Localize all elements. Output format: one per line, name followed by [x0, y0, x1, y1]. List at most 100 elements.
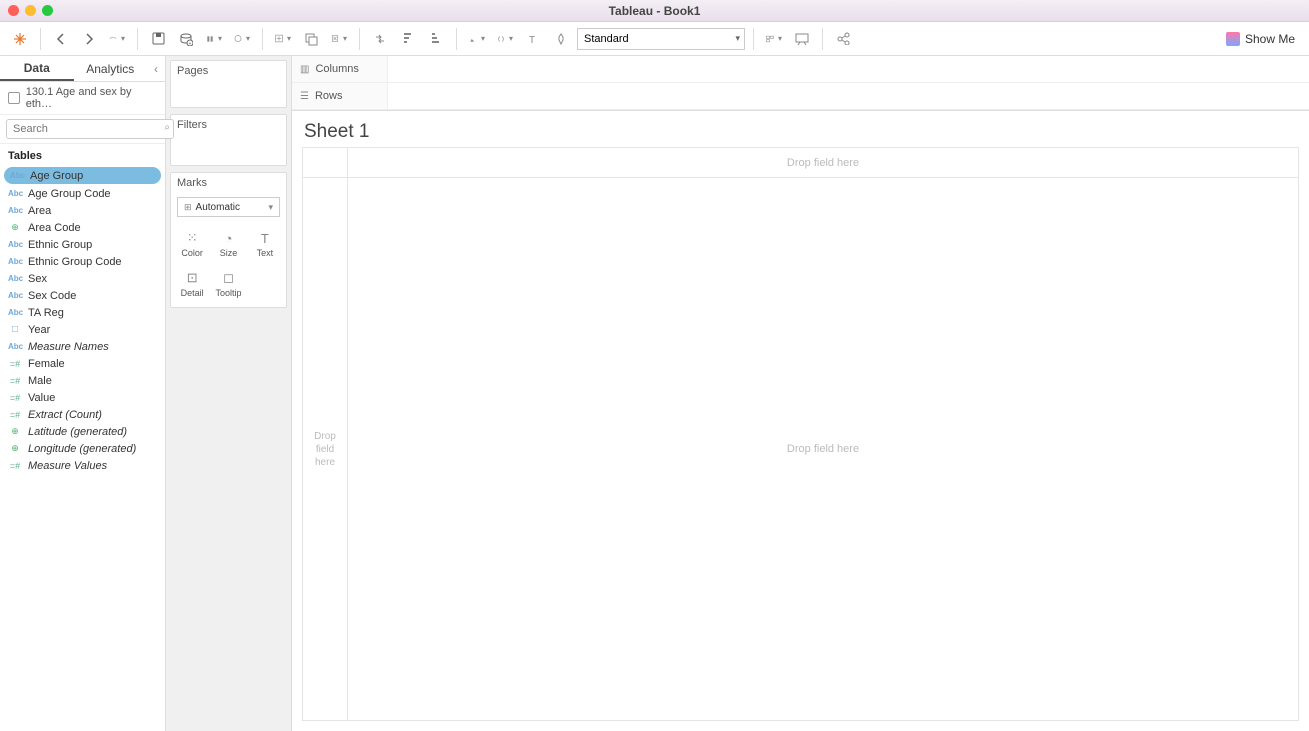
field-year[interactable]: □Year: [0, 321, 165, 338]
columns-icon: ▥: [300, 64, 309, 75]
field-sex-code[interactable]: Abc Sex Code: [0, 287, 165, 304]
drop-columns-area[interactable]: Drop field here: [348, 148, 1298, 177]
abc-icon: Abc: [8, 206, 22, 215]
datasource-icon: [8, 92, 20, 104]
tooltip-icon: ◻: [223, 270, 234, 286]
presentation-mode-button[interactable]: [790, 27, 814, 51]
mark-type-select[interactable]: ⊞ Automatic: [177, 197, 280, 217]
abc-icon: Abc: [8, 274, 22, 283]
highlight-button[interactable]: [465, 27, 489, 51]
clear-sheet-button[interactable]: [327, 27, 351, 51]
sheet-title[interactable]: Sheet 1: [292, 111, 1309, 147]
field-value[interactable]: =# Value: [0, 389, 165, 406]
num-icon: =#: [8, 359, 22, 369]
rows-icon: ☰: [300, 91, 309, 102]
field-ta-reg[interactable]: Abc TA Reg: [0, 304, 165, 321]
filters-shelf[interactable]: Filters: [170, 114, 287, 166]
show-me-button[interactable]: Show Me: [1220, 30, 1301, 48]
pages-shelf[interactable]: Pages: [170, 60, 287, 108]
search-icon: ⌕: [164, 122, 170, 133]
columns-label: Columns: [315, 63, 358, 75]
field-ethnic-group[interactable]: AbcEthnic Group: [0, 236, 165, 253]
fit-select[interactable]: [577, 28, 745, 50]
field-label: TA Reg: [28, 307, 64, 319]
search-input[interactable]: [6, 119, 174, 139]
pin-button[interactable]: [549, 27, 573, 51]
cal-icon: □: [8, 324, 22, 335]
rows-label: Rows: [315, 90, 343, 102]
drop-main-area[interactable]: Drop field here: [348, 178, 1298, 720]
back-button[interactable]: [49, 27, 73, 51]
automatic-icon: ⊞: [184, 202, 192, 213]
abc-icon: Abc: [8, 189, 22, 198]
tab-analytics[interactable]: Analytics: [74, 56, 148, 81]
mark-tooltip-button[interactable]: ◻Tooltip: [211, 265, 245, 303]
sort-desc-button[interactable]: [424, 27, 448, 51]
field-label: Age Group: [30, 170, 83, 182]
field-area[interactable]: AbcArea: [0, 202, 165, 219]
field-sex[interactable]: AbcSex: [0, 270, 165, 287]
mark-size-button[interactable]: ◔Size: [211, 225, 245, 263]
field-label: Value: [28, 392, 55, 404]
field-longitude-generated-[interactable]: ⊕Longitude (generated): [0, 440, 165, 457]
marks-label: Marks: [171, 173, 286, 193]
abc-icon: Abc: [8, 291, 22, 300]
detail-icon: ⊡: [187, 270, 198, 286]
mark-color-button[interactable]: ⁙Color: [175, 225, 209, 263]
field-ethnic-group-code[interactable]: AbcEthnic Group Code: [0, 253, 165, 270]
field-extract-count-[interactable]: =#Extract (Count): [0, 406, 165, 423]
field-label: Measure Names: [28, 341, 109, 353]
duplicate-sheet-button[interactable]: [299, 27, 323, 51]
field-female[interactable]: =# Female: [0, 355, 165, 372]
field-measure-names[interactable]: AbcMeasure Names: [0, 338, 165, 355]
field-label: Latitude (generated): [28, 426, 127, 438]
new-worksheet-button[interactable]: [271, 27, 295, 51]
rows-shelf[interactable]: ☰ Rows: [292, 83, 1309, 110]
geo-icon: ⊕: [8, 443, 22, 454]
num-icon: =#: [8, 461, 22, 471]
field-male[interactable]: =#Male: [0, 372, 165, 389]
show-cards-button[interactable]: [762, 27, 786, 51]
mark-type-value: Automatic: [196, 202, 240, 213]
svg-text:T: T: [529, 35, 535, 45]
abc-icon: Abc: [8, 308, 22, 317]
field-area-code[interactable]: ⊕Area Code: [0, 219, 165, 236]
refresh-button[interactable]: [230, 27, 254, 51]
field-measure-values[interactable]: =#Measure Values: [0, 457, 165, 474]
datasource-row[interactable]: 130.1 Age and sex by eth…: [0, 82, 165, 115]
group-button[interactable]: [493, 27, 517, 51]
columns-shelf[interactable]: ▥ Columns: [292, 56, 1309, 83]
share-button[interactable]: [831, 27, 855, 51]
pause-updates-button[interactable]: [202, 27, 226, 51]
color-icon: ⁙: [187, 230, 198, 246]
show-me-label: Show Me: [1245, 32, 1295, 46]
forward-button[interactable]: [77, 27, 101, 51]
drop-rows-area[interactable]: Drop field here: [303, 178, 348, 720]
sort-asc-button[interactable]: [396, 27, 420, 51]
field-label: Ethnic Group: [28, 239, 92, 251]
abc-icon: Abc: [8, 257, 22, 266]
num-icon: =#: [8, 393, 22, 403]
show-labels-button[interactable]: T: [521, 27, 545, 51]
field-latitude-generated-[interactable]: ⊕Latitude (generated): [0, 423, 165, 440]
visualization-canvas[interactable]: Drop field here Drop field here Drop fie…: [302, 147, 1299, 721]
mark-text-button[interactable]: TText: [248, 225, 282, 263]
show-me-icon: [1226, 32, 1240, 46]
collapse-sidebar-button[interactable]: ‹: [147, 56, 165, 81]
field-age-group-code[interactable]: AbcAge Group Code: [0, 185, 165, 202]
abc-icon: Abc: [10, 171, 24, 180]
worksheet-area: ▥ Columns ☰ Rows Sheet 1 Drop field here D…: [292, 56, 1309, 731]
field-label: Sex Code: [28, 290, 76, 302]
tableau-logo-icon[interactable]: [8, 27, 32, 51]
field-age-group[interactable]: Abc Age Group: [4, 167, 161, 184]
tab-data[interactable]: Data: [0, 56, 74, 81]
num-icon: =#: [8, 410, 22, 420]
swap-rows-columns-button[interactable]: [368, 27, 392, 51]
field-label: Female: [28, 358, 65, 370]
geo-icon: ⊕: [8, 222, 22, 233]
save-button[interactable]: [146, 27, 170, 51]
new-data-source-button[interactable]: +: [174, 27, 198, 51]
mark-detail-button[interactable]: ⊡Detail: [175, 265, 209, 303]
undo-dropdown[interactable]: [105, 27, 129, 51]
titlebar: Tableau - Book1: [0, 0, 1309, 22]
